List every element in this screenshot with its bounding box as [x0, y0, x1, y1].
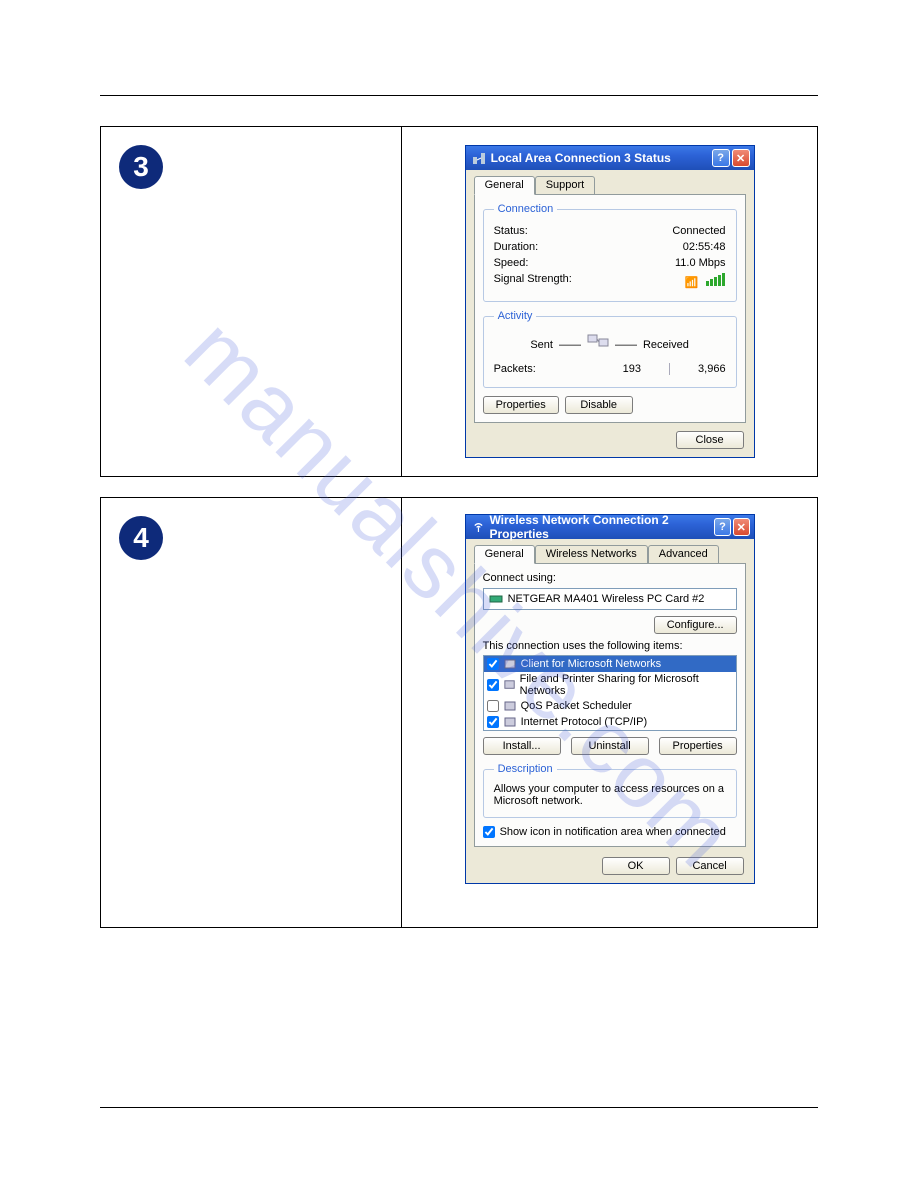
status-value: Connected	[672, 225, 725, 237]
tab-advanced[interactable]: Advanced	[648, 545, 719, 564]
speed-value: 11.0 Mbps	[675, 257, 726, 269]
items-label: This connection uses the following items…	[483, 640, 737, 652]
group-description: Description	[494, 763, 557, 775]
connection-items-list[interactable]: Client for Microsoft Networks File and P…	[483, 655, 737, 731]
duration-value: 02:55:48	[683, 241, 726, 253]
duration-label: Duration:	[494, 241, 539, 253]
item-label: QoS Packet Scheduler	[521, 700, 632, 712]
uninstall-button[interactable]: Uninstall	[571, 737, 649, 755]
qos-icon	[503, 699, 517, 713]
signal-label: Signal Strength:	[494, 273, 572, 289]
item-label: Client for Microsoft Networks	[521, 658, 662, 670]
client-icon	[503, 657, 517, 671]
close-dialog-button[interactable]: Close	[676, 431, 744, 449]
properties-button[interactable]: Properties	[483, 396, 559, 414]
dialog-properties: Wireless Network Connection 2 Properties…	[465, 514, 755, 884]
close-button-2[interactable]: ✕	[733, 518, 750, 536]
tab-support[interactable]: Support	[535, 176, 596, 195]
packets-received: 3,966	[698, 363, 726, 375]
cancel-button[interactable]: Cancel	[676, 857, 744, 875]
adapter-name: NETGEAR MA401 Wireless PC Card #2	[508, 593, 705, 605]
tab-general-2[interactable]: General	[474, 545, 535, 564]
ok-button[interactable]: OK	[602, 857, 670, 875]
item-label: File and Printer Sharing for Microsoft N…	[520, 673, 733, 697]
title-status: Local Area Connection 3 Status	[491, 151, 671, 165]
group-activity: Activity	[494, 310, 537, 322]
connect-using-label: Connect using:	[483, 572, 737, 584]
titlebar-status[interactable]: Local Area Connection 3 Status ? ✕	[466, 146, 754, 170]
list-item[interactable]: QoS Packet Scheduler	[484, 698, 736, 714]
tab-wireless-networks[interactable]: Wireless Networks	[535, 545, 648, 564]
step-badge-3: 3	[119, 145, 163, 189]
item-checkbox[interactable]	[487, 700, 499, 712]
configure-button[interactable]: Configure...	[654, 616, 737, 634]
list-item[interactable]: Client for Microsoft Networks	[484, 656, 736, 672]
disable-button[interactable]: Disable	[565, 396, 633, 414]
tcpip-icon	[503, 715, 517, 729]
network-icon	[472, 151, 486, 165]
show-icon-label: Show icon in notification area when conn…	[500, 826, 726, 838]
received-label: Received	[643, 339, 689, 351]
adapter-field: NETGEAR MA401 Wireless PC Card #2	[483, 588, 737, 610]
description-text: Allows your computer to access resources…	[494, 783, 726, 807]
packets-sent: 193	[623, 363, 641, 375]
status-label: Status:	[494, 225, 528, 237]
wireless-icon	[472, 520, 485, 534]
pc-icon	[587, 334, 609, 355]
item-checkbox[interactable]	[487, 679, 499, 691]
adapter-icon	[489, 592, 503, 606]
item-label: Internet Protocol (TCP/IP)	[521, 716, 648, 728]
page-bottom-rule	[100, 1107, 818, 1108]
item-checkbox[interactable]	[487, 716, 499, 728]
tab-general[interactable]: General	[474, 176, 535, 195]
item-properties-button[interactable]: Properties	[659, 737, 737, 755]
dialog-status: Local Area Connection 3 Status ? ✕ Gener…	[465, 145, 755, 458]
show-icon-checkbox[interactable]	[483, 826, 495, 838]
steps-table: 3 Local Area Connection 3 Status ? ✕	[100, 126, 818, 477]
step-badge-4: 4	[119, 516, 163, 560]
help-button[interactable]: ?	[712, 149, 730, 167]
item-checkbox[interactable]	[487, 658, 499, 670]
steps-table-2: 4 Wireless Network Connection 2 Properti…	[100, 497, 818, 928]
speed-label: Speed:	[494, 257, 529, 269]
titlebar-properties[interactable]: Wireless Network Connection 2 Properties…	[466, 515, 754, 539]
share-icon	[503, 678, 516, 692]
title-properties: Wireless Network Connection 2 Properties	[489, 513, 712, 541]
list-item[interactable]: File and Printer Sharing for Microsoft N…	[484, 672, 736, 698]
packets-label: Packets:	[494, 363, 536, 375]
group-connection: Connection	[494, 203, 558, 215]
close-button[interactable]: ✕	[732, 149, 750, 167]
install-button[interactable]: Install...	[483, 737, 561, 755]
list-item[interactable]: Internet Protocol (TCP/IP)	[484, 714, 736, 730]
page-top-rule	[100, 95, 818, 96]
help-button-2[interactable]: ?	[714, 518, 731, 536]
sent-label: Sent	[530, 339, 553, 351]
signal-strength-icon: 📶	[685, 273, 726, 289]
